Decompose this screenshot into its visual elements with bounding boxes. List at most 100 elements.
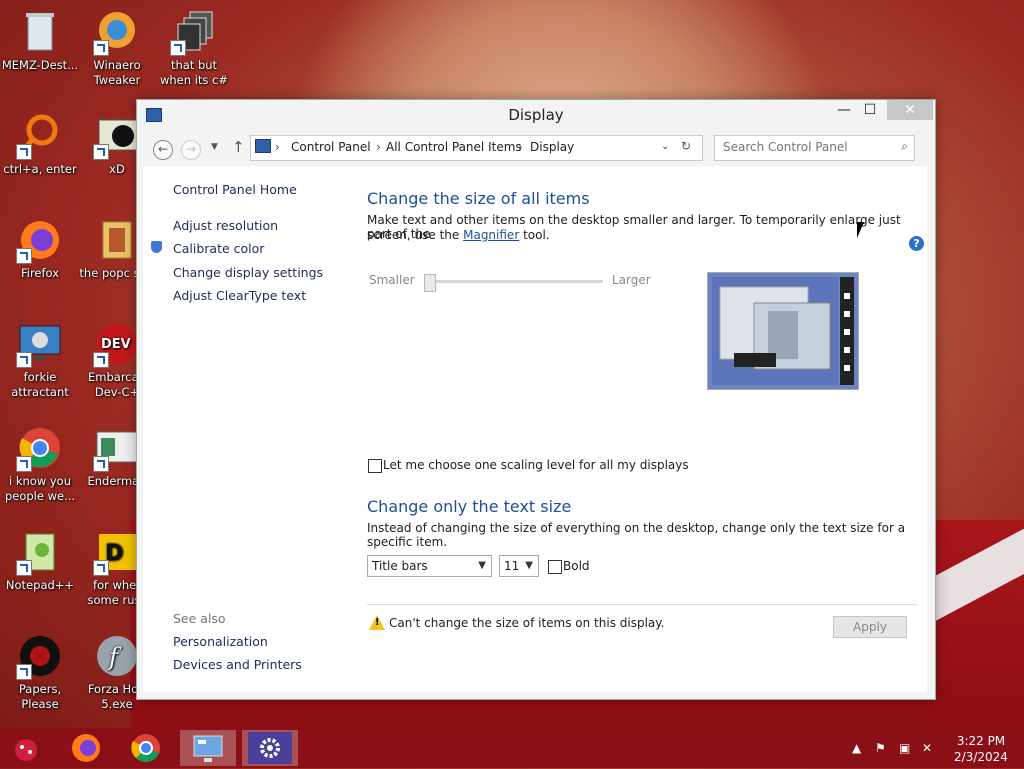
up-arrow-icon[interactable]: ↑ — [232, 138, 245, 156]
desktop-icon-label: Winaero Tweaker — [93, 58, 141, 87]
address-bar[interactable]: › Control Panel › All Control Panel Item… — [250, 135, 703, 161]
slider-max-label: Larger — [612, 273, 651, 287]
magnifier-icon — [16, 112, 64, 160]
desktop-icon-memz[interactable]: MEMZ-Dest... — [0, 8, 80, 73]
size-description-line2: screen, use the Magnifier tool. — [367, 228, 550, 242]
heading-text-size: Change only the text size — [367, 497, 572, 516]
desktop-icon-label: MEMZ-Dest... — [1, 58, 79, 72]
font-size-select[interactable]: 11 ▼ — [499, 555, 539, 577]
shortcut-arrow-icon — [93, 560, 109, 576]
start-button[interactable] — [0, 730, 56, 766]
heading-change-size: Change the size of all items — [367, 189, 590, 208]
chrome-icon — [16, 424, 64, 472]
close-button[interactable]: ✕ — [887, 100, 933, 120]
taskbar-clock[interactable]: 3:22 PM 2/3/2024 — [946, 733, 1016, 765]
control-panel-icon — [255, 139, 271, 153]
action-center-flag-icon[interactable]: ⚑ — [875, 741, 886, 755]
sidebar-calibrate-color[interactable]: Calibrate color — [173, 241, 264, 256]
yellow-logo-icon: D — [93, 528, 141, 576]
address-dropdown-chevron-icon[interactable]: ⌄ — [661, 141, 669, 152]
taskbar-control-panel-icon[interactable] — [180, 730, 236, 766]
display-preview-image — [707, 272, 859, 390]
item-select[interactable]: Title bars ▼ — [367, 555, 492, 577]
search-icon[interactable]: ⌕ — [901, 139, 908, 154]
show-hidden-icons-chevron-icon[interactable]: ▲ — [852, 741, 861, 755]
footer-divider — [367, 604, 917, 605]
see-also-heading: See also — [173, 611, 226, 626]
desktop-icon-label: xD — [109, 162, 125, 176]
shortcut-arrow-icon — [16, 560, 32, 576]
recycle-bin-icon — [16, 8, 64, 56]
winaero-icon — [93, 8, 141, 56]
desktop-icon-firefox[interactable]: Firefox — [0, 216, 80, 281]
papers-please-icon — [16, 632, 64, 680]
desktop-icon-winaero[interactable]: Winaero Tweaker — [77, 8, 157, 88]
desktop-icon-forkie[interactable]: forkie attractant — [0, 320, 80, 400]
desktop-icon-notepadpp[interactable]: Notepad++ — [0, 528, 80, 593]
sidebar-adjust-resolution[interactable]: Adjust resolution — [173, 218, 278, 233]
desktop-icon-label: Papers, Please — [18, 682, 62, 711]
text-size-description: Instead of changing the size of everythi… — [367, 521, 906, 549]
maximize-button[interactable]: ☐ — [859, 100, 881, 120]
taskbar: ▲ ⚑ ▣ ✕ — [0, 728, 1024, 768]
breadcrumb-all-items[interactable]: All Control Panel Items — [386, 140, 522, 154]
magnifier-link[interactable]: Magnifier — [463, 228, 519, 242]
desc-text: screen, use the — [367, 228, 460, 242]
recent-locations-chevron-icon[interactable]: ▼ — [211, 142, 218, 152]
warning-text: Can't change the size of items on this d… — [389, 616, 665, 630]
sidebar-personalization[interactable]: Personalization — [173, 634, 268, 649]
monitor-gear-icon — [16, 320, 64, 368]
sidebar-control-panel-home[interactable]: Control Panel Home — [173, 182, 297, 197]
firefox-icon — [16, 216, 64, 264]
slider-min-label: Smaller — [369, 273, 415, 287]
shortcut-arrow-icon — [93, 352, 109, 368]
apply-button[interactable]: Apply — [833, 616, 907, 638]
desktop-icon-ctrla[interactable]: ctrl+a, enter — [0, 112, 80, 177]
desktop-icon-label: ctrl+a, enter — [3, 162, 77, 176]
folder-icon — [93, 216, 141, 264]
hxd-icon — [93, 112, 141, 160]
devcpp-icon: DEV — [93, 320, 141, 368]
desktop-icon-label: Notepad++ — [5, 578, 75, 592]
refresh-icon[interactable]: ↻ — [681, 139, 691, 153]
desktop-icon-papers-please[interactable]: Papers, Please — [0, 632, 80, 712]
title-bar[interactable]: Display — ☐ ✕ — [137, 100, 935, 130]
network-icon[interactable]: ▣ — [899, 741, 910, 755]
sidebar-devices-printers[interactable]: Devices and Printers — [173, 657, 302, 672]
forward-arrow-icon[interactable]: → — [181, 140, 201, 160]
back-arrow-icon[interactable]: ← — [153, 140, 173, 160]
windows-stack-icon — [170, 8, 218, 56]
breadcrumb-control-panel[interactable]: Control Panel — [291, 140, 371, 154]
desktop-icon-csharp[interactable]: that but when its c# — [154, 8, 234, 88]
desktop-icon-label: that but when its c# — [159, 58, 229, 87]
shortcut-arrow-icon — [16, 248, 32, 264]
volume-muted-icon[interactable]: ✕ — [922, 741, 932, 755]
shortcut-arrow-icon — [93, 456, 109, 472]
taskbar-settings-icon[interactable] — [242, 730, 298, 766]
breadcrumb-display[interactable]: Display — [530, 140, 574, 154]
window-title: Display — [508, 106, 564, 124]
search-box[interactable]: ⌕ — [714, 135, 915, 161]
svg-text:DEV: DEV — [101, 337, 131, 352]
taskbar-chrome-icon[interactable] — [118, 730, 174, 766]
clock-date: 2/3/2024 — [954, 750, 1008, 764]
minimize-button[interactable]: — — [833, 100, 855, 120]
search-input[interactable] — [721, 139, 885, 155]
breadcrumb-separator-icon: › — [518, 140, 523, 154]
notepadpp-icon — [16, 528, 64, 576]
desktop-icon-chrome[interactable]: i know you people we... — [0, 424, 80, 504]
size-slider-track[interactable] — [425, 280, 603, 283]
size-slider-thumb[interactable] — [424, 274, 436, 292]
bold-checkbox[interactable] — [548, 560, 562, 574]
content-pane: Control Panel Home Adjust resolution Cal… — [143, 166, 927, 692]
sidebar-change-display-settings[interactable]: Change display settings — [173, 265, 323, 280]
taskbar-firefox-icon[interactable] — [58, 730, 114, 766]
shortcut-arrow-icon — [170, 40, 186, 56]
sidebar-adjust-cleartype[interactable]: Adjust ClearType text — [173, 288, 306, 303]
chevron-down-icon: ▼ — [525, 560, 533, 571]
single-scaling-checkbox[interactable] — [368, 459, 382, 473]
warning-icon — [369, 615, 385, 630]
mouse-cursor-icon — [857, 222, 864, 238]
shield-icon — [151, 241, 162, 253]
shortcut-arrow-icon — [16, 352, 32, 368]
